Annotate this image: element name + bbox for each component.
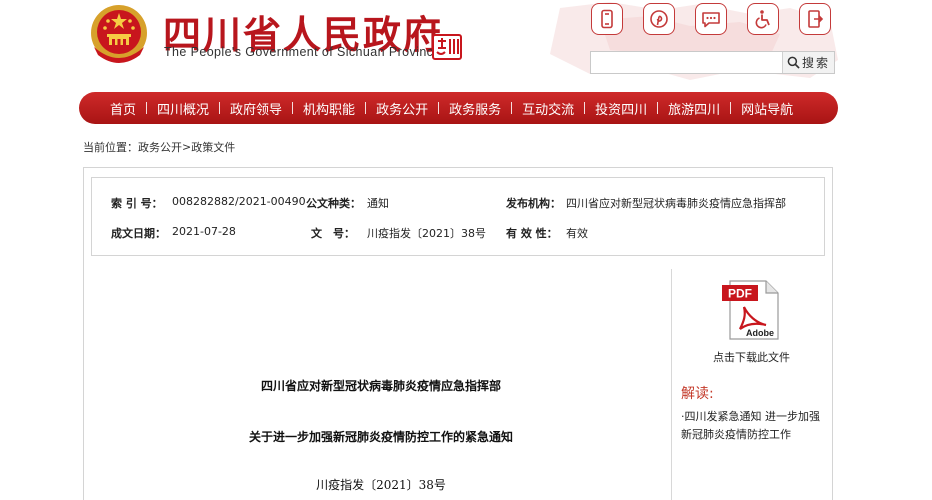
nav-item-invest[interactable]: 投资四川 [595, 99, 647, 118]
message-icon[interactable] [695, 3, 727, 35]
search-icon [787, 56, 800, 69]
document-title: 关于进一步加强新冠肺炎疫情防控工作的紧急通知 [248, 430, 513, 444]
nav-separator [219, 102, 221, 114]
nav-item-home[interactable]: 首页 [110, 99, 136, 118]
document-issuer: 四川省应对新型冠状病毒肺炎疫情应急指挥部 [260, 379, 501, 393]
exit-icon[interactable] [799, 3, 831, 35]
nav-separator [511, 102, 513, 114]
meta-number-value: 川疫指发〔2021〕38号 [367, 227, 486, 240]
nav-separator [146, 102, 148, 114]
meta-validity-label: 有 效 性： [506, 227, 558, 240]
document-number: 川疫指发〔2021〕38号 [316, 478, 446, 492]
mobile-icon[interactable] [591, 3, 623, 35]
meta-index-value: 008282882/2021-00490 [172, 195, 306, 208]
meta-validity-value: 有效 [566, 227, 588, 240]
meta-category-value: 通知 [367, 197, 389, 210]
nav-separator [438, 102, 440, 114]
meta-date-value: 2021-07-28 [172, 225, 236, 238]
breadcrumb-item-policy-docs[interactable]: 政策文件 [191, 141, 235, 154]
nav-separator [365, 102, 367, 114]
pdf-brand: Adobe [746, 328, 774, 338]
sidebar-divider [671, 269, 672, 500]
meta-number-label: 文 号： [311, 227, 355, 240]
nav-item-travel[interactable]: 旅游四川 [668, 99, 720, 118]
meta-publisher-label: 发布机构： [506, 197, 561, 210]
nav-item-leaders[interactable]: 政府领导 [230, 99, 282, 118]
main-nav: 首页 四川概况 政府领导 机构职能 政务公开 政务服务 互动交流 投资四川 旅游… [79, 92, 838, 124]
nav-item-services[interactable]: 政务服务 [449, 99, 501, 118]
tool-icons [591, 3, 831, 35]
meta-category-label: 公文种类： [306, 197, 361, 210]
interpretation-link[interactable]: ·四川发紧急通知 进一步加强新冠肺炎疫情防控工作 [681, 408, 821, 444]
nav-separator [657, 102, 659, 114]
nav-item-sitemap[interactable]: 网站导航 [741, 99, 793, 118]
nav-item-open-affairs[interactable]: 政务公开 [376, 99, 428, 118]
breadcrumb-item-open-affairs[interactable]: 政务公开 [138, 141, 182, 154]
meta-index-label: 索 引 号： [111, 197, 163, 210]
breadcrumb-separator: > [182, 140, 192, 154]
search-button[interactable]: 搜索 [782, 52, 834, 73]
nav-item-functions[interactable]: 机构职能 [303, 99, 355, 118]
nav-item-interaction[interactable]: 互动交流 [522, 99, 574, 118]
breadcrumb-prefix: 当前位置： [83, 141, 138, 154]
nav-separator [292, 102, 294, 114]
site-subtitle: The People's Government of Sichuan Provi… [164, 45, 441, 59]
pdf-file-icon[interactable]: PDF Adobe [720, 279, 780, 341]
pdf-label: PDF [728, 287, 752, 301]
meta-date-label: 成文日期： [111, 227, 166, 240]
nav-item-overview[interactable]: 四川概况 [157, 99, 209, 118]
meta-publisher-value: 四川省应对新型冠状病毒肺炎疫情应急指挥部 [566, 197, 786, 210]
accessibility-icon[interactable] [747, 3, 779, 35]
search-button-label: 搜索 [801, 56, 830, 70]
download-file-link[interactable]: 点击下载此文件 [713, 349, 790, 365]
national-emblem-icon [91, 5, 147, 63]
search-input[interactable] [591, 52, 782, 73]
pinterest-icon[interactable] [643, 3, 675, 35]
document-metadata [91, 177, 825, 256]
site-header: 四川省人民政府 The People's Government of Sichu… [0, 0, 932, 92]
breadcrumb: 当前位置：政务公开>政策文件 [83, 139, 235, 155]
china-sichuan-seal-icon [432, 34, 462, 60]
nav-separator [730, 102, 732, 114]
search-box: 搜索 [590, 51, 835, 74]
nav-separator [584, 102, 586, 114]
interpretation-title: 解读: [681, 386, 714, 402]
